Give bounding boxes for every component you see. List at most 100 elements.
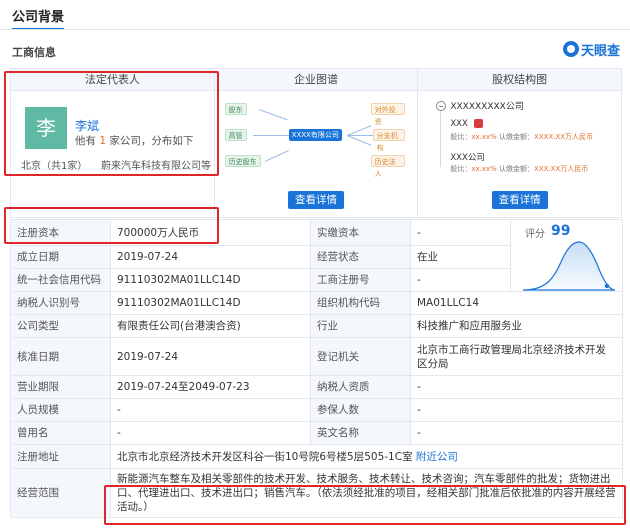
established-label: 成立日期 (10, 245, 111, 269)
credit-code-value: 91110302MA01LLC14D (110, 268, 311, 292)
ratio-value: xx.xx% (471, 133, 497, 141)
brand-name: 天眼查 (580, 43, 620, 59)
title-divider (0, 29, 630, 30)
scope-value: 新能源汽车整车及相关零部件的技术开发、技术服务、技术转让、技术咨询；汽车零部件的… (110, 468, 623, 518)
graph-center-node: XXXX有限公司 (288, 129, 342, 141)
equity-structure-panel: 股权结构图 XXXXXXXXX公司 XXX 股比：xx.xx% 认缴金额：XXX… (418, 69, 622, 217)
amount-value: XXXX.XX万人民币 (534, 133, 594, 141)
table-row: 注册地址 北京市北京经济技术开发区科谷一街10号院6号楼5层505-1C室 附近… (10, 444, 623, 469)
english-name-value: - (410, 421, 623, 445)
industry-value: 科技推广和应用服务业 (410, 314, 623, 338)
amount-value: XXX.XX万人民币 (534, 165, 589, 173)
term-value: 2019-07-24至2049-07-23 (110, 375, 311, 399)
equity-holder-1: XXX (450, 119, 483, 129)
graph-edge (252, 135, 289, 136)
table-row: 人员规模 - 参保人数 - (10, 398, 623, 422)
page-title: 公司背景 (12, 6, 65, 30)
ratio-label: 股比： (450, 133, 472, 141)
equity-root-name: XXXXXXXXX公司 (450, 102, 524, 112)
tax-qual-label: 纳税人资质 (310, 375, 411, 399)
badge-icon (473, 119, 483, 128)
address-value: 北京市北京经济技术开发区科谷一街10号院6号楼5层505-1C室 (117, 450, 413, 463)
biz-reg-label: 工商注册号 (310, 268, 411, 292)
status-label: 经营状态 (310, 245, 411, 269)
paid-capital-value: - (410, 219, 511, 246)
legal-rep-header: 法定代表人 (11, 69, 214, 91)
equity-structure-header: 股权结构图 (418, 69, 622, 91)
amount-label: 认缴金额： (499, 165, 535, 173)
company-type-value: 有限责任公司(台港澳合资) (110, 314, 311, 338)
enterprise-graph-panel: 企业图谱 股东 高管 历史股东 XXXX有限公司 对外投资 分支机构 历史法人 … (214, 69, 419, 217)
biz-reg-value: - (410, 268, 511, 292)
english-name-label: 英文名称 (310, 421, 411, 445)
authority-label: 登记机关 (310, 337, 411, 376)
legal-rep-name-link[interactable]: 李斌 (75, 117, 99, 134)
ratio-value: xx.xx% (471, 165, 497, 173)
holder-name: XXX公司 (450, 153, 485, 163)
staff-label: 人员规模 (10, 398, 111, 422)
avatar: 李 (25, 107, 67, 149)
score-widget: 评分 99 (510, 219, 623, 292)
table-row: 曾用名 - 英文名称 - (10, 421, 623, 445)
graph-node: 对外投资 (370, 103, 405, 126)
tax-qual-value: - (410, 375, 623, 399)
address-cell: 北京市北京经济技术开发区科谷一街10号院6号楼5层505-1C室 附近公司 (110, 444, 623, 469)
rep-company-link[interactable]: 蔚来汽车科技有限公司等 (101, 157, 211, 172)
graph-edge (258, 109, 288, 121)
company-type-label: 公司类型 (10, 314, 111, 338)
summary-prefix: 他有 (75, 135, 96, 147)
graph-node: 高管 (224, 129, 247, 141)
holder-2-detail: 股比：xx.xx% 认缴金额：XXX.XX万人民币 (450, 164, 588, 174)
enterprise-graph-header: 企业图谱 (214, 69, 418, 91)
paid-capital-label: 实缴资本 (310, 219, 411, 246)
scope-label: 经营范围 (10, 468, 111, 518)
equity-thumbnail[interactable]: XXXXXXXXX公司 XXX 股比：xx.xx% 认缴金额：XXXX.XX万人… (436, 99, 611, 173)
amount-label: 认缴金额： (499, 133, 535, 141)
brand-logo[interactable]: 天眼查 (562, 40, 620, 59)
nearby-companies-link[interactable]: 附近公司 (416, 451, 458, 463)
table-row: 经营范围 新能源汽车整车及相关零部件的技术开发、技术服务、技术转让、技术咨询；汽… (10, 468, 623, 518)
table-row: 营业期限 2019-07-24至2049-07-23 纳税人资质 - (10, 375, 623, 399)
established-value: 2019-07-24 (110, 245, 311, 269)
table-row: 公司类型 有限责任公司(台港澳合资) 行业 科技推广和应用服务业 (10, 314, 623, 338)
graph-detail-button[interactable]: 查看详情 (288, 191, 344, 209)
table-row: 核准日期 2019-07-24 登记机关 北京市工商行政管理局北京经济技术开发区… (10, 337, 623, 376)
graph-node: 分支机构 (372, 129, 405, 152)
score-distribution-chart (522, 241, 616, 291)
insured-label: 参保人数 (310, 398, 411, 422)
registered-capital-label: 注册资本 (10, 219, 111, 246)
table-row: 注册资本 700000万人民币 实缴资本 - 评分 99 (10, 219, 623, 292)
holder-name: XXX (450, 119, 468, 129)
tree-line (440, 111, 442, 167)
former-name-value: - (110, 421, 311, 445)
insured-value: - (410, 398, 623, 422)
graph-thumbnail[interactable]: 股东 高管 历史股东 XXXX有限公司 对外投资 分支机构 历史法人 (224, 97, 405, 187)
legal-rep-panel: 法定代表人 李 李斌 他有 1 家公司，分布如下 北京（共1家） 蔚来汽车科技有… (11, 69, 215, 217)
address-label: 注册地址 (10, 444, 111, 469)
equity-root: XXXXXXXXX公司 (436, 99, 611, 112)
graph-edge (264, 150, 289, 162)
eye-logo-icon (562, 41, 579, 57)
graph-edge (346, 135, 371, 146)
equity-detail-button[interactable]: 查看详情 (491, 191, 548, 209)
company-count: 1 (99, 135, 107, 147)
summary-suffix: 家公司，分布如下 (109, 135, 194, 147)
section-title: 工商信息 (12, 46, 56, 59)
credit-code-label: 统一社会信用代码 (10, 268, 111, 292)
taxpayer-value: 91110302MA01LLC14D (110, 291, 311, 315)
ratio-label: 股比： (450, 165, 472, 173)
rep-location: 北京（共1家） (21, 161, 88, 172)
graph-node: 股东 (224, 103, 247, 115)
status-value: 在业 (410, 245, 511, 269)
equity-holder-2: XXX公司 (450, 151, 484, 163)
approval-label: 核准日期 (10, 337, 111, 376)
registered-capital-value: 700000万人民币 (110, 219, 311, 246)
org-code-label: 组织机构代码 (310, 291, 411, 315)
industry-label: 行业 (310, 314, 411, 338)
taxpayer-label: 纳税人识别号 (10, 291, 111, 315)
term-label: 营业期限 (10, 375, 111, 399)
graph-node: 历史法人 (370, 155, 405, 178)
legal-rep-summary: 他有 1 家公司，分布如下 (75, 133, 193, 148)
business-info-table: 注册资本 700000万人民币 实缴资本 - 评分 99 成立日期 2019-0… (10, 219, 623, 518)
authority-value: 北京市工商行政管理局北京经济技术开发区分局 (410, 337, 623, 376)
